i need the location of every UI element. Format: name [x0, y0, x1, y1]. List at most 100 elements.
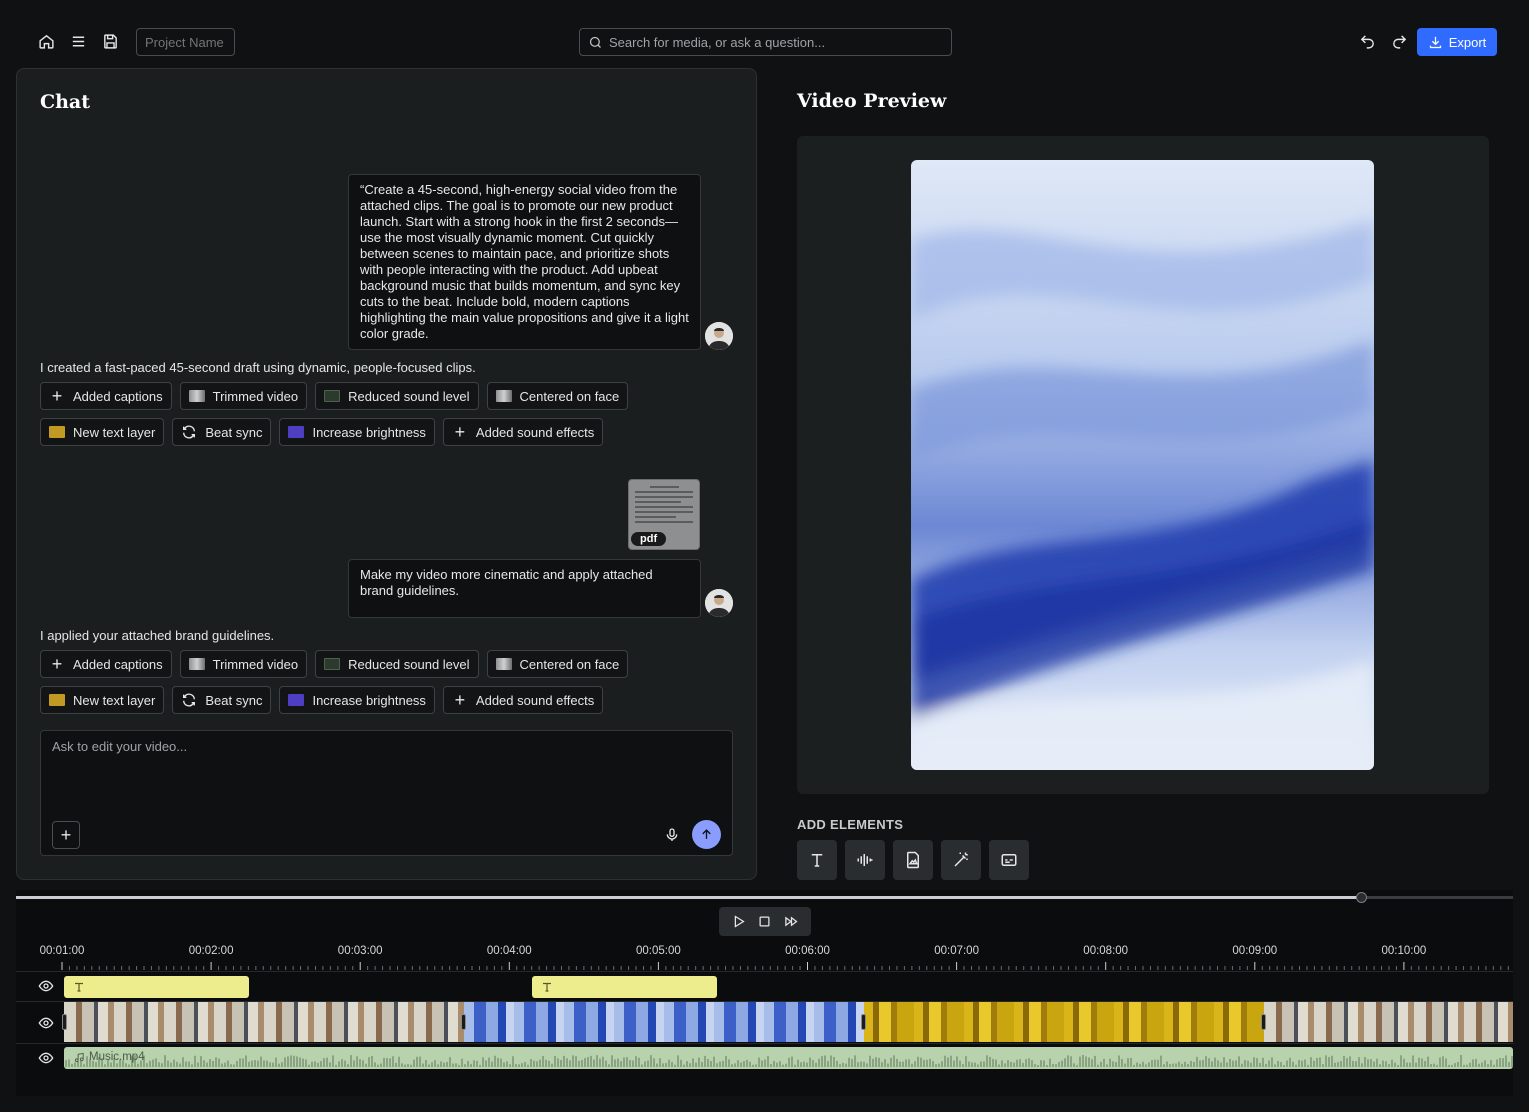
add-elements-toolbar — [797, 840, 1029, 880]
text-layer-thumb-icon — [49, 426, 65, 438]
timeline-ruler[interactable]: 00:01:00 00:02:00 00:03:00 00:04:00 00:05:00… — [16, 942, 1513, 970]
timeline-progress — [16, 896, 1362, 899]
clip-trim-handle[interactable] — [861, 1014, 866, 1030]
stop-icon[interactable] — [754, 911, 776, 933]
ruler-tick-label: 00:05:00 — [636, 945, 681, 957]
ruler-ticks — [61, 962, 1509, 970]
clip-trim-handle[interactable] — [62, 1014, 67, 1030]
audio-waveform — [65, 1055, 1513, 1067]
timeline: 00:01:00 00:02:00 00:03:00 00:04:00 00:05:00… — [16, 890, 1513, 1096]
chip-new-text-layer[interactable]: New text layer — [40, 418, 165, 446]
chip-centered-face[interactable]: Centered on face — [486, 382, 629, 410]
audio-thumb-icon — [324, 658, 341, 670]
video-thumb-icon — [495, 658, 512, 670]
ruler-tick-label: 00:09:00 — [1232, 945, 1278, 957]
ruler-tick-label: 00:02:00 — [188, 945, 234, 957]
ruler-tick-label: 00:01:00 — [39, 945, 85, 957]
chip-reduced-sound[interactable]: Reduced sound level — [315, 650, 479, 678]
clip-trim-handle[interactable] — [461, 1014, 466, 1030]
ai-response-text: I applied your attached brand guidelines… — [40, 628, 275, 643]
timeline-scrubber[interactable] — [16, 892, 1513, 903]
plus-icon: + — [454, 690, 466, 710]
add-audio-button[interactable] — [845, 840, 885, 880]
chip-reduced-sound[interactable]: Reduced sound level — [315, 382, 479, 410]
microphone-icon[interactable] — [661, 824, 683, 846]
chip-increase-brightness[interactable]: Increase brightness — [279, 686, 435, 714]
eye-icon[interactable] — [37, 1014, 55, 1032]
plus-icon: + — [51, 386, 63, 406]
eye-icon[interactable] — [37, 977, 55, 995]
text-clip[interactable] — [532, 976, 717, 998]
user-avatar — [705, 322, 733, 350]
text-track — [16, 971, 1513, 1001]
fast-forward-icon[interactable] — [781, 911, 803, 933]
refresh-icon — [183, 693, 196, 707]
user-avatar — [705, 589, 733, 617]
video-clip[interactable] — [864, 1002, 1264, 1042]
chip-added-captions[interactable]: + Added captions — [40, 382, 172, 410]
search-bar[interactable] — [579, 28, 952, 56]
ruler-tick-label: 00:08:00 — [1083, 945, 1129, 957]
action-chip-row: New text layer Beat sync Increase bright… — [40, 686, 604, 714]
play-icon[interactable] — [727, 911, 749, 933]
video-clip[interactable] — [1264, 1002, 1513, 1042]
add-image-button[interactable] — [893, 840, 933, 880]
ruler-tick-label: 00:03:00 — [337, 945, 383, 957]
action-chip-row: + Added captions Trimmed video Reduced so… — [40, 650, 629, 678]
playhead-handle[interactable] — [1355, 892, 1367, 903]
chip-beat-sync[interactable]: Beat sync — [172, 686, 272, 714]
eye-icon[interactable] — [37, 1049, 55, 1067]
action-chip-row: + Added captions Trimmed video Reduced so… — [40, 382, 629, 410]
plus-icon: + — [51, 654, 63, 674]
audio-clip[interactable]: Music.mp4 — [64, 1047, 1513, 1069]
add-captions-button[interactable] — [989, 840, 1029, 880]
search-input[interactable] — [609, 34, 939, 50]
text-clip[interactable] — [64, 976, 249, 998]
chip-trimmed-video[interactable]: Trimmed video — [179, 650, 308, 678]
music-note-icon — [74, 1052, 84, 1062]
chip-centered-face[interactable]: Centered on face — [486, 650, 629, 678]
export-button[interactable]: Export — [1417, 28, 1497, 56]
ai-response-text: I created a fast-paced 45-second draft u… — [40, 360, 476, 375]
home-icon[interactable] — [35, 30, 57, 52]
plus-icon: + — [454, 422, 466, 442]
arrow-up-icon — [702, 829, 711, 839]
add-text-button[interactable] — [797, 840, 837, 880]
video-preview-title: Video Preview — [797, 90, 947, 112]
image-file-icon — [907, 851, 919, 869]
video-preview-canvas[interactable] — [911, 160, 1374, 770]
audio-thumb-icon — [324, 390, 341, 402]
pdf-attachment[interactable]: pdf — [628, 479, 700, 550]
chip-added-sound-effects[interactable]: + Added sound effects — [442, 686, 604, 714]
chat-input-box: + — [40, 730, 733, 856]
ruler-tick-label: 00:07:00 — [934, 945, 979, 957]
video-thumb-icon — [188, 390, 205, 402]
menu-icon[interactable] — [67, 30, 89, 52]
ruler-tick-label: 00:04:00 — [486, 945, 532, 957]
project-name-input[interactable] — [136, 28, 235, 56]
chip-new-text-layer[interactable]: New text layer — [40, 686, 165, 714]
user-message-bubble: “Create a 45-second, high-energy social … — [348, 174, 701, 350]
video-track — [16, 1001, 1513, 1043]
redo-icon[interactable] — [1388, 30, 1410, 52]
chip-increase-brightness[interactable]: Increase brightness — [279, 418, 435, 446]
add-effect-button[interactable] — [941, 840, 981, 880]
text-icon — [543, 982, 551, 992]
add-attachment-button[interactable]: + — [52, 821, 80, 849]
undo-icon[interactable] — [1356, 30, 1378, 52]
save-icon[interactable] — [99, 30, 121, 52]
video-preview-frame — [797, 136, 1489, 794]
send-button[interactable] — [692, 820, 721, 849]
audio-wave-icon — [857, 854, 873, 866]
chip-added-captions[interactable]: + Added captions — [40, 650, 172, 678]
chip-trimmed-video[interactable]: Trimmed video — [179, 382, 308, 410]
video-clip[interactable] — [64, 1002, 464, 1042]
chip-added-sound-effects[interactable]: + Added sound effects — [442, 418, 604, 446]
video-clip[interactable] — [464, 1002, 864, 1042]
pdf-preview-lines — [635, 486, 693, 526]
chat-input[interactable] — [52, 739, 712, 799]
brightness-thumb-icon — [288, 694, 305, 706]
plus-icon: + — [60, 824, 72, 845]
chip-beat-sync[interactable]: Beat sync — [172, 418, 272, 446]
clip-trim-handle[interactable] — [1261, 1014, 1266, 1030]
